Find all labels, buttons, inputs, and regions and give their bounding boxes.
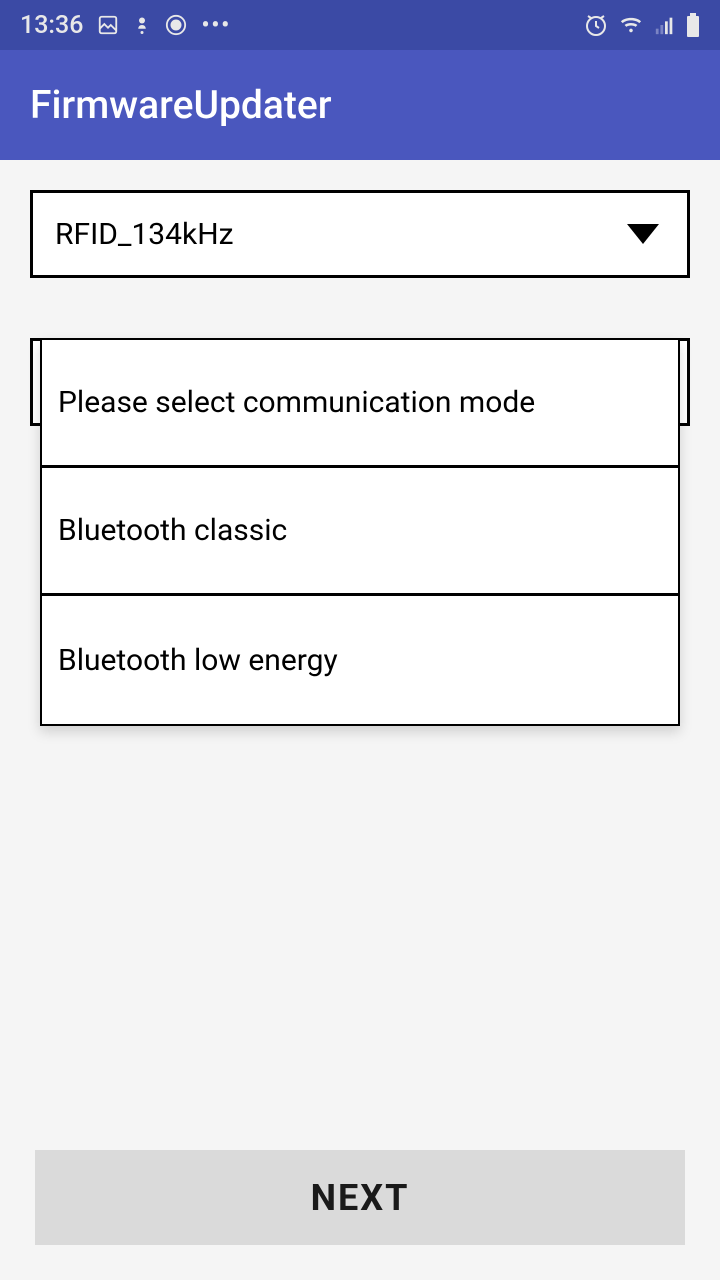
spinner-selected-text: RFID_134kHz: [55, 217, 234, 252]
wifi-icon: [618, 14, 644, 36]
signal-icon: [654, 14, 676, 36]
app-bar: FirmwareUpdater: [0, 50, 720, 160]
image-icon: [97, 14, 119, 36]
content-area: RFID_134kHz Please select communication …: [0, 160, 720, 456]
person-icon: [133, 14, 151, 36]
communication-mode-dropdown: Please select communication mode Bluetoo…: [40, 338, 680, 726]
more-icon: •••: [201, 13, 231, 38]
battery-icon: [686, 13, 700, 37]
next-button[interactable]: NEXT: [35, 1150, 685, 1245]
app-title: FirmwareUpdater: [30, 82, 332, 128]
status-right: [584, 13, 700, 37]
dropdown-option-bluetooth-classic[interactable]: Bluetooth classic: [42, 468, 678, 596]
dropdown-option-placeholder[interactable]: Please select communication mode: [42, 340, 678, 468]
device-type-spinner[interactable]: RFID_134kHz: [30, 190, 690, 278]
badge-icon: [165, 14, 187, 36]
chevron-down-icon: [627, 224, 659, 244]
status-time: 13:36: [20, 11, 83, 40]
alarm-icon: [584, 13, 608, 37]
dropdown-option-bluetooth-le[interactable]: Bluetooth low energy: [42, 596, 678, 724]
status-bar: 13:36 •••: [0, 0, 720, 50]
dropdown-container: Please select communication mode Bluetoo…: [30, 338, 690, 426]
status-left: 13:36 •••: [20, 11, 231, 40]
